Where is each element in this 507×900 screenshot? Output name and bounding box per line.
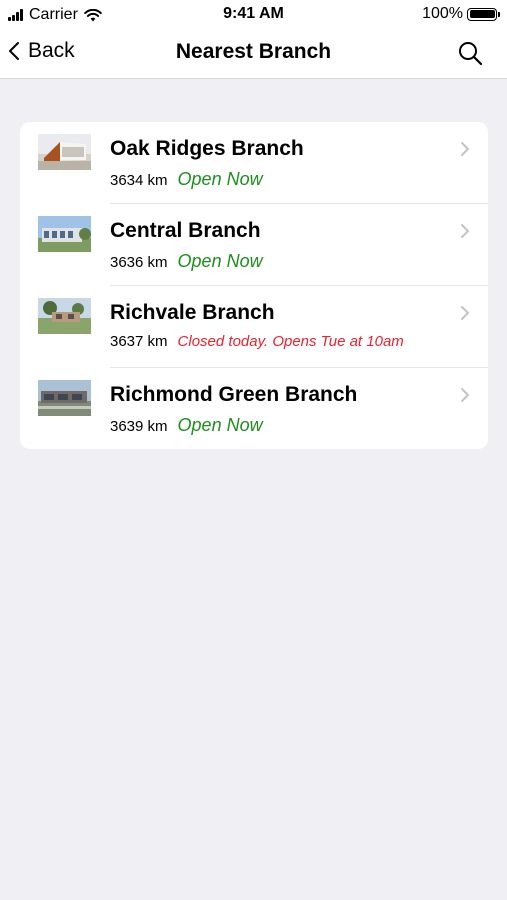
branch-row-richvale[interactable]: Richvale Branch 3637 km Closed today. Op…: [20, 286, 488, 368]
branch-distance: 3634 km: [110, 172, 168, 189]
branch-row-richmond-green[interactable]: Richmond Green Branch 3639 km Open Now: [20, 368, 488, 449]
status-right: 100%: [422, 5, 500, 23]
branch-photo: [38, 134, 91, 170]
branch-meta: 3639 km Open Now: [110, 415, 263, 436]
status-bar: Carrier 9:41 AM 100%: [0, 0, 507, 30]
battery-icon: [467, 7, 500, 21]
branch-photo: [38, 298, 91, 334]
branch-meta: 3637 km Closed today. Opens Tue at 10am: [110, 333, 404, 350]
branch-name: Oak Ridges Branch: [110, 137, 304, 160]
chevron-right-icon: [461, 388, 469, 402]
chevron-right-icon: [461, 306, 469, 320]
branch-meta: 3636 km Open Now: [110, 251, 263, 272]
branch-name: Richmond Green Branch: [110, 383, 358, 406]
search-icon: [459, 42, 483, 66]
branch-photo: [38, 216, 91, 252]
branch-photo: [38, 380, 91, 416]
branch-status: Open Now: [177, 169, 263, 189]
branch-distance: 3637 km: [110, 333, 168, 350]
search-button[interactable]: [457, 40, 483, 66]
battery-fill: [469, 10, 495, 18]
branch-distance: 3636 km: [110, 254, 168, 271]
branch-meta: 3634 km Open Now: [110, 169, 263, 190]
branch-status: Closed today. Opens Tue at 10am: [177, 333, 404, 350]
battery-percent: 100%: [422, 5, 463, 22]
branch-distance: 3639 km: [110, 418, 168, 435]
branch-row-oak-ridges[interactable]: Oak Ridges Branch 3634 km Open Now: [20, 122, 488, 204]
branch-status: Open Now: [177, 415, 263, 435]
branch-row-central[interactable]: Central Branch 3636 km Open Now: [20, 204, 488, 286]
branch-list: Oak Ridges Branch 3634 km Open Now Centr…: [20, 122, 488, 449]
chevron-right-icon: [461, 142, 469, 156]
branch-name: Central Branch: [110, 219, 261, 242]
branch-status: Open Now: [177, 251, 263, 271]
branch-name: Richvale Branch: [110, 301, 275, 324]
page-title: Nearest Branch: [175, 40, 332, 63]
chevron-right-icon: [461, 224, 469, 238]
navigation-bar: Back Nearest Branch: [0, 30, 507, 79]
